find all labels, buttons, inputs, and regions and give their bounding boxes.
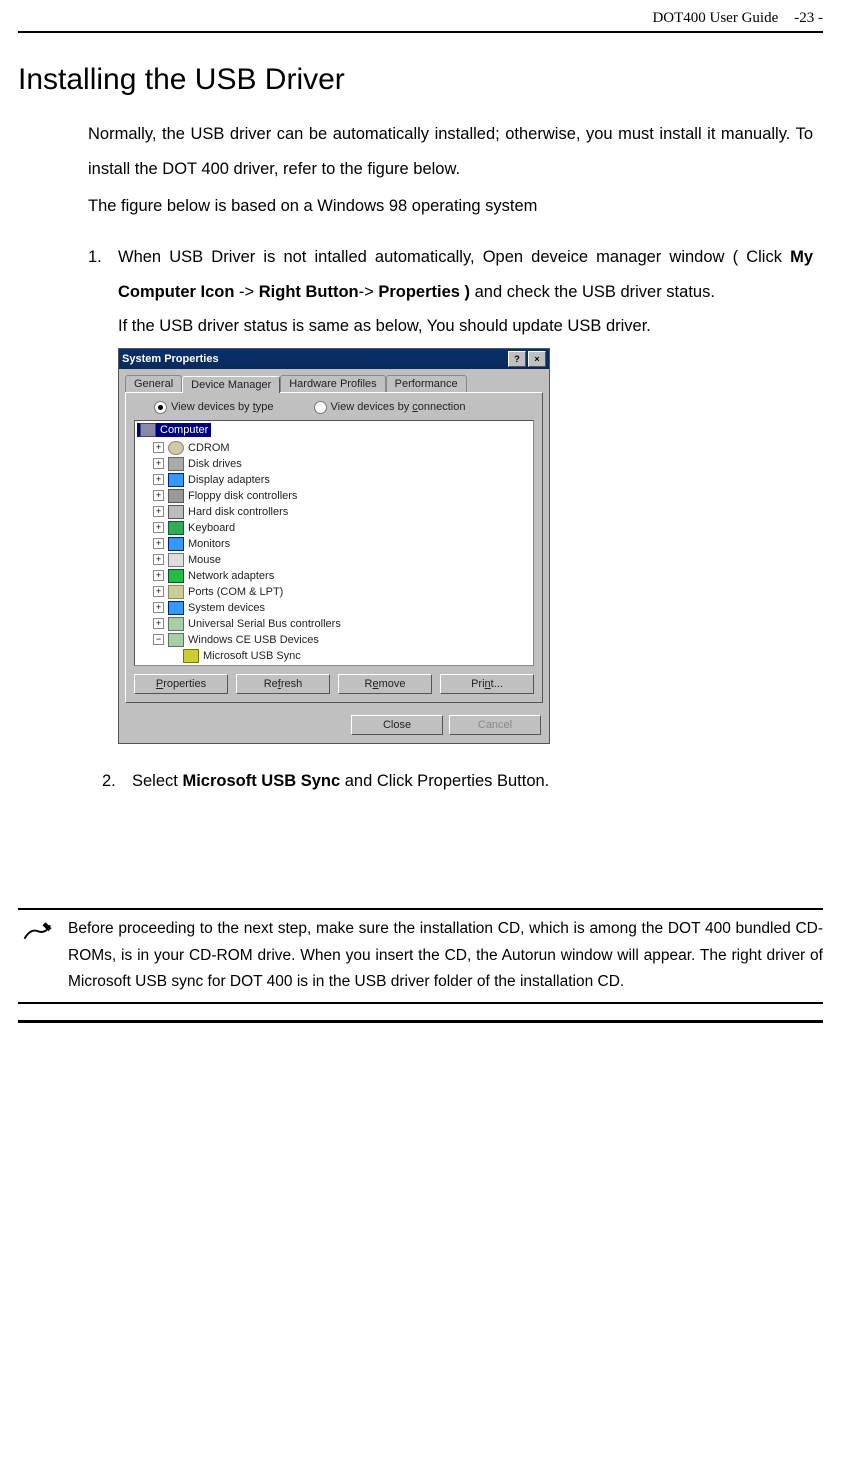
radio-dot-icon <box>314 401 327 414</box>
intro-paragraph-1: Normally, the USB driver can be automati… <box>88 117 813 186</box>
expand-icon[interactable]: + <box>153 538 164 549</box>
dialog-titlebar[interactable]: System Properties ? × <box>119 349 549 369</box>
device-tree[interactable]: Computer +CDROM+Disk drives+Display adap… <box>134 420 534 666</box>
tree-item[interactable]: +Universal Serial Bus controllers <box>153 616 531 632</box>
tree-item[interactable]: +Hard disk controllers <box>153 504 531 520</box>
device-icon <box>168 601 184 615</box>
remove-button[interactable]: Remove <box>338 674 432 694</box>
device-icon <box>183 649 199 663</box>
doc-title: DOT400 User Guide <box>652 10 778 27</box>
pencil-icon <box>23 920 53 944</box>
step-2-number: 2. <box>102 764 132 799</box>
cancel-button: Cancel <box>449 715 541 735</box>
tab-performance[interactable]: Performance <box>386 375 467 392</box>
expand-icon[interactable]: + <box>153 490 164 501</box>
computer-icon <box>140 423 156 437</box>
expand-icon[interactable]: + <box>153 602 164 613</box>
expand-icon[interactable]: − <box>153 634 164 645</box>
note-icon <box>18 916 58 995</box>
tree-item[interactable]: +CDROM <box>153 440 531 456</box>
tree-item[interactable]: +Monitors <box>153 536 531 552</box>
expand-icon[interactable]: + <box>153 554 164 565</box>
expand-icon[interactable]: + <box>153 458 164 469</box>
step-1-number: 1. <box>88 240 118 344</box>
device-icon <box>168 617 184 631</box>
radio-view-by-connection[interactable]: View devices by connection <box>314 401 466 414</box>
device-icon <box>168 585 184 599</box>
expand-icon[interactable]: + <box>153 474 164 485</box>
tab-hardware-profiles[interactable]: Hardware Profiles <box>280 375 385 392</box>
device-icon <box>168 569 184 583</box>
tree-root-computer[interactable]: Computer <box>137 423 211 437</box>
tab-general[interactable]: General <box>125 375 182 392</box>
device-icon <box>168 489 184 503</box>
device-icon <box>168 537 184 551</box>
note-text: Before proceeding to the next step, make… <box>68 916 823 995</box>
tree-item[interactable]: +Keyboard <box>153 520 531 536</box>
device-icon <box>168 457 184 471</box>
tab-device-manager[interactable]: Device Manager <box>182 376 280 393</box>
tree-item[interactable]: +Display adapters <box>153 472 531 488</box>
expand-icon[interactable]: + <box>153 506 164 517</box>
expand-icon[interactable]: + <box>153 618 164 629</box>
tree-item[interactable]: +Floppy disk controllers <box>153 488 531 504</box>
tree-item[interactable]: +System devices <box>153 600 531 616</box>
tree-item[interactable]: +Disk drives <box>153 456 531 472</box>
close-icon[interactable]: × <box>528 351 546 367</box>
print-button[interactable]: Print... <box>440 674 534 694</box>
step-1: 1. When USB Driver is not intalled autom… <box>88 240 813 344</box>
device-icon <box>168 633 184 647</box>
page-header: DOT400 User Guide -23 - <box>18 10 823 33</box>
footer-rule <box>18 1020 823 1023</box>
tree-item[interactable]: +Ports (COM & LPT) <box>153 584 531 600</box>
help-icon[interactable]: ? <box>508 351 526 367</box>
page-title: Installing the USB Driver <box>18 63 823 97</box>
radio-view-by-type[interactable]: View devices by type <box>154 401 274 414</box>
page-number: -23 - <box>794 10 823 27</box>
radio-dot-icon <box>154 401 167 414</box>
tree-item-child[interactable]: Microsoft USB Sync <box>169 648 531 664</box>
expand-icon[interactable]: + <box>153 442 164 453</box>
expand-icon[interactable]: + <box>153 570 164 581</box>
dialog-tabs: General Device Manager Hardware Profiles… <box>125 375 543 392</box>
step-1-line-2: If the USB driver status is same as belo… <box>118 309 813 344</box>
dialog-title: System Properties <box>122 353 219 365</box>
tree-item[interactable]: −Windows CE USB Devices <box>153 632 531 648</box>
expand-icon[interactable]: + <box>153 586 164 597</box>
properties-button[interactable]: Properties <box>134 674 228 694</box>
device-icon <box>168 505 184 519</box>
device-icon <box>168 521 184 535</box>
step-2: 2. Select Microsoft USB Sync and Click P… <box>102 764 813 799</box>
tab-panel: View devices by type View devices by con… <box>125 392 543 703</box>
tree-item[interactable]: +Network adapters <box>153 568 531 584</box>
device-icon <box>168 553 184 567</box>
intro-paragraph-2: The figure below is based on a Windows 9… <box>88 189 813 224</box>
system-properties-dialog: System Properties ? × General Device Man… <box>118 348 550 744</box>
refresh-button[interactable]: Refresh <box>236 674 330 694</box>
expand-icon[interactable]: + <box>153 522 164 533</box>
note-block: Before proceeding to the next step, make… <box>18 908 823 1003</box>
device-icon <box>168 441 184 455</box>
device-icon <box>168 473 184 487</box>
tree-item[interactable]: +Mouse <box>153 552 531 568</box>
close-button[interactable]: Close <box>351 715 443 735</box>
